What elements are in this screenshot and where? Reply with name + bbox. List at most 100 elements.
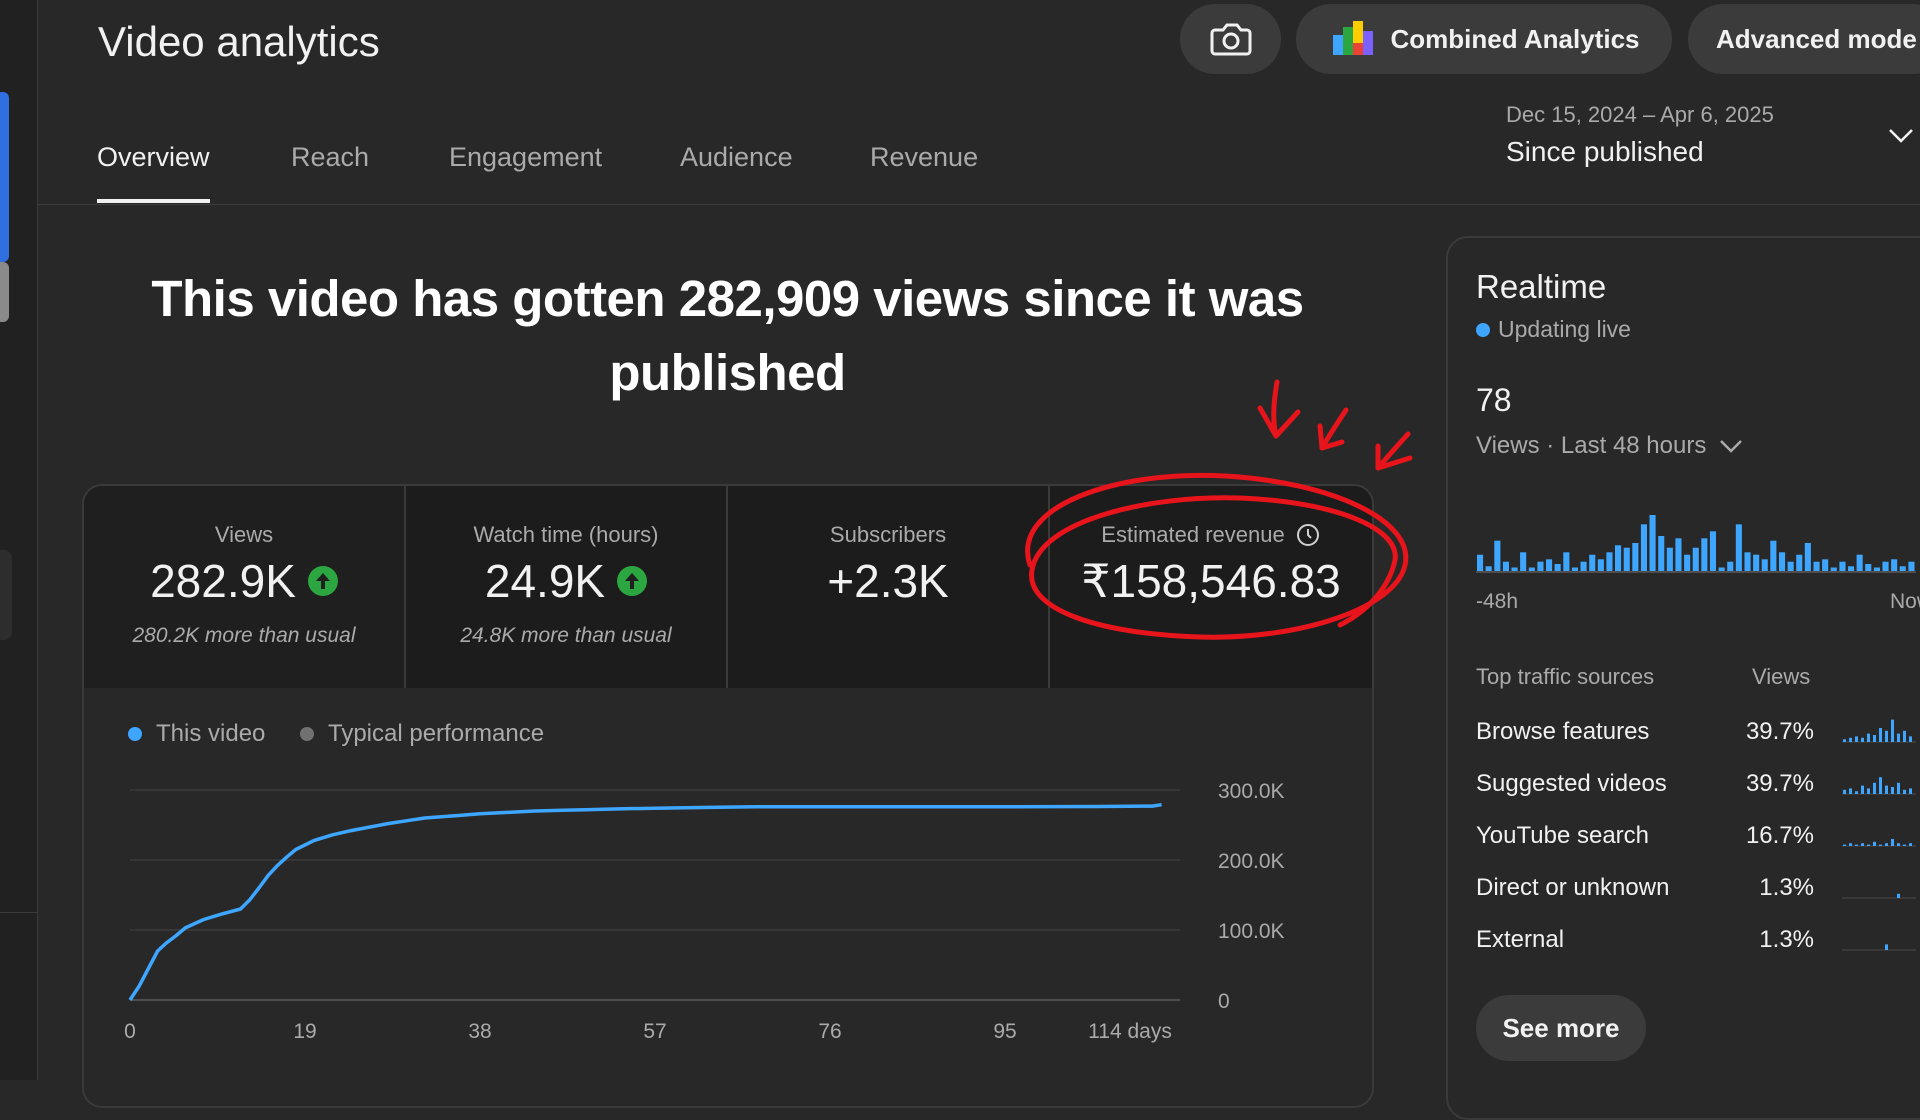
metric-value: 282.9K — [150, 555, 296, 607]
realtime-bar — [1502, 561, 1509, 571]
rail-divider — [0, 912, 37, 913]
x-tick-label: 95 — [993, 1020, 1016, 1043]
traffic-source-percent: 39.7% — [1745, 770, 1814, 797]
realtime-bar-chart[interactable] — [1476, 500, 1916, 576]
x-tick-label: 114 days — [1088, 1020, 1172, 1043]
metric-subscribers[interactable]: Subscribers +2.3K — [728, 486, 1050, 688]
realtime-bar — [1839, 561, 1846, 571]
traffic-sparkline — [1842, 944, 1916, 951]
realtime-bar — [1804, 543, 1811, 571]
realtime-bar — [1822, 559, 1829, 571]
legend-typical-performance[interactable]: Typical performance — [300, 720, 544, 748]
sparkline-bar — [1873, 841, 1876, 846]
realtime-bar — [1658, 536, 1665, 571]
rail-nav-item[interactable] — [0, 550, 12, 640]
realtime-bar — [1494, 540, 1501, 571]
traffic-sparkline — [1842, 777, 1916, 795]
realtime-bar — [1692, 547, 1699, 571]
x-tick-label: 76 — [818, 1020, 841, 1043]
metric-label: Estimated revenue — [1101, 522, 1285, 547]
realtime-bar — [1477, 554, 1484, 571]
traffic-sources-header: Top traffic sources — [1476, 664, 1655, 689]
camera-icon — [1210, 23, 1251, 56]
tab-audience[interactable]: Audience — [680, 142, 793, 173]
metric-value: +2.3K — [827, 555, 949, 607]
tab-engagement[interactable]: Engagement — [449, 142, 602, 173]
legend-label: Typical performance — [328, 720, 545, 747]
advanced-mode-label: Advanced mode — [1716, 23, 1917, 54]
combined-analytics-logo-icon — [1329, 19, 1377, 59]
realtime-bar — [1813, 561, 1820, 571]
realtime-bar — [1649, 515, 1656, 571]
combined-analytics-button[interactable]: Combined Analytics — [1296, 4, 1672, 74]
y-tick-label: 200.0K — [1218, 850, 1285, 873]
traffic-views-header: Views — [1752, 664, 1811, 689]
sparkline-bar — [1897, 782, 1900, 794]
metric-value: 24.9K — [484, 555, 606, 607]
traffic-source-name[interactable]: Browse features — [1476, 718, 1649, 746]
metric-views[interactable]: Views 282.9K 280.2K more than usual — [84, 486, 406, 688]
realtime-bar — [1640, 524, 1647, 571]
views-chart[interactable]: 300.0K 200.0K 100.0K 0 0 19 38 57 76 95 114 days — [120, 770, 1300, 1060]
traffic-source-percent: 1.3% — [1759, 874, 1814, 901]
sparkline-bar — [1909, 736, 1912, 742]
realtime-bar — [1623, 547, 1630, 571]
traffic-source-name[interactable]: YouTube search — [1476, 822, 1649, 850]
realtime-bar — [1718, 567, 1725, 571]
realtime-bar — [1528, 567, 1535, 571]
sparkline-bar — [1861, 843, 1864, 846]
date-period-label[interactable]: Since published — [1506, 136, 1704, 168]
realtime-bar — [1796, 554, 1803, 571]
advanced-mode-button[interactable]: Advanced mode — [1688, 4, 1920, 74]
realtime-period-selector[interactable]: Views · Last 48 hours — [1476, 432, 1746, 460]
sparkline-bar — [1867, 733, 1870, 742]
sparkline-bar — [1849, 843, 1852, 846]
traffic-source-name[interactable]: Direct or unknown — [1476, 874, 1669, 902]
sparkline-bar — [1873, 782, 1876, 794]
metric-label: Views — [214, 522, 274, 547]
y-tick-label: 300.0K — [1218, 780, 1285, 803]
traffic-source-name[interactable]: Suggested videos — [1476, 770, 1667, 798]
tab-overview[interactable]: Overview — [97, 142, 210, 173]
date-range[interactable]: Dec 15, 2024 – Apr 6, 2025 — [1506, 102, 1774, 128]
realtime-bar — [1580, 561, 1587, 571]
sparkline-bar — [1879, 844, 1882, 846]
chevron-down-icon[interactable] — [1888, 126, 1914, 146]
sparkline-bar — [1849, 788, 1852, 794]
metric-estimated-revenue[interactable]: Estimated revenue ₹158,546.83 — [1050, 486, 1372, 688]
legend-this-video[interactable]: This video — [128, 720, 265, 748]
sparkline-bar — [1867, 844, 1870, 846]
traffic-sparkline — [1842, 839, 1916, 847]
realtime-bar — [1632, 543, 1639, 571]
sparkline-bar — [1861, 737, 1864, 742]
see-more-button[interactable]: See more — [1476, 995, 1646, 1061]
sparkline-bar — [1903, 789, 1906, 794]
realtime-bar — [1848, 566, 1855, 571]
metric-watch-time[interactable]: Watch time (hours) 24.9K 24.8K more than… — [406, 486, 728, 688]
camera-button[interactable] — [1180, 4, 1281, 74]
realtime-bar — [1744, 552, 1751, 571]
x-tick-label: 0 — [124, 1020, 136, 1043]
realtime-bar — [1735, 524, 1742, 571]
video-thumbnail[interactable] — [0, 92, 9, 262]
realtime-bar — [1597, 559, 1604, 571]
realtime-bar — [1537, 561, 1544, 571]
combined-analytics-label: Combined Analytics — [1390, 23, 1640, 54]
traffic-source-percent: 39.7% — [1745, 718, 1814, 745]
views-headline: This video has gotten 282,909 views sinc… — [151, 270, 1304, 401]
tab-reach[interactable]: Reach — [291, 142, 369, 173]
tab-revenue[interactable]: Revenue — [870, 142, 978, 173]
arrow-up-icon — [617, 566, 648, 596]
traffic-source-percent: 1.3% — [1759, 926, 1814, 953]
realtime-bar — [1615, 545, 1622, 571]
y-tick-label: 0 — [1218, 990, 1230, 1013]
realtime-bar — [1865, 564, 1872, 571]
realtime-bar — [1571, 567, 1578, 571]
live-dot — [1476, 322, 1490, 337]
traffic-source-name[interactable]: External — [1476, 926, 1564, 954]
realtime-bar — [1908, 561, 1915, 571]
sparkline-bar — [1885, 944, 1888, 950]
realtime-bar — [1882, 561, 1889, 571]
realtime-bar — [1554, 564, 1561, 571]
metric-comparison: 280.2K more than usual — [132, 624, 356, 647]
